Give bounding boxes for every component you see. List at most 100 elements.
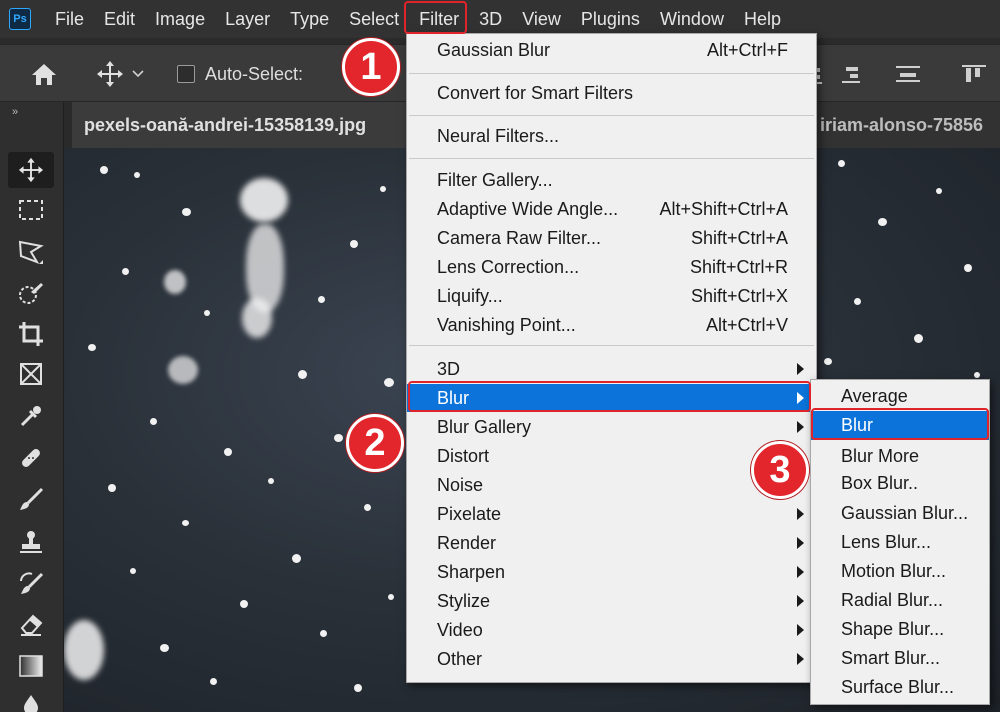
- menu-view[interactable]: View: [512, 4, 571, 34]
- document-tab-other[interactable]: iriam-alonso-75856: [814, 102, 1000, 148]
- lasso-tool[interactable]: [8, 234, 54, 270]
- menu-item-label: Render: [437, 533, 497, 553]
- menu-item-stylize[interactable]: Stylize: [407, 587, 816, 615]
- menu-item-filter-gallery[interactable]: Filter Gallery...: [407, 166, 816, 194]
- document-tab-active[interactable]: pexels-oană-andrei-15358139.jpg: [72, 102, 412, 148]
- menu-3d[interactable]: 3D: [469, 4, 512, 34]
- snowflake: [292, 554, 301, 563]
- healing-brush-tool[interactable]: [8, 440, 54, 476]
- menu-help[interactable]: Help: [734, 4, 791, 34]
- shortcut-label: Alt+Ctrl+V: [705, 315, 788, 335]
- panel-collapse-icon[interactable]: »: [12, 106, 18, 118]
- snowflake: [878, 218, 887, 226]
- menu-separator: [409, 115, 814, 116]
- clone-stamp-tool[interactable]: [8, 524, 54, 560]
- menu-item-label: Other: [437, 649, 483, 669]
- snowflake: [354, 684, 362, 692]
- menu-item-convert-smart-filters[interactable]: Convert for Smart Filters: [407, 79, 816, 107]
- home-button[interactable]: [30, 45, 58, 103]
- gradient-tool[interactable]: [8, 648, 54, 684]
- menu-image[interactable]: Image: [145, 4, 215, 34]
- history-brush-tool[interactable]: [8, 566, 54, 602]
- move-tool[interactable]: [8, 152, 54, 188]
- quick-selection-tool[interactable]: [8, 276, 54, 312]
- menu-item-label: Blur Gallery: [437, 417, 532, 437]
- menu-item-label: Camera Raw Filter...: [437, 228, 602, 248]
- menu-plugins[interactable]: Plugins: [571, 4, 650, 34]
- menu-item-render[interactable]: Render: [407, 529, 816, 557]
- snowflake: [150, 418, 157, 425]
- align-top-icon: [962, 62, 988, 86]
- snowflake: [100, 166, 108, 174]
- menu-item-blur-gallery[interactable]: Blur Gallery: [407, 413, 816, 441]
- menu-item-other[interactable]: Other: [407, 645, 816, 673]
- blur-tool[interactable]: [8, 686, 54, 712]
- align-right-button[interactable]: [842, 45, 862, 103]
- submenu-arrow-icon: [797, 566, 804, 578]
- submenu-arrow-icon: [797, 508, 804, 520]
- menu-item-adaptive-wide-angle[interactable]: Adaptive Wide Angle... Alt+Shift+Ctrl+A: [407, 195, 816, 223]
- menu-item-label: Noise: [437, 475, 484, 495]
- home-icon: [30, 61, 58, 87]
- submenu-item-motion-blur[interactable]: Motion Blur...: [811, 557, 989, 586]
- stamp-icon: [18, 529, 44, 555]
- submenu-item-radial-blur[interactable]: Radial Blur...: [811, 586, 989, 615]
- submenu-item-blur-more[interactable]: Blur More: [811, 442, 989, 471]
- menu-layer[interactable]: Layer: [215, 4, 280, 34]
- menu-item-neural-filters[interactable]: Neural Filters...: [407, 122, 816, 150]
- menu-window[interactable]: Window: [650, 4, 734, 34]
- submenu-item-shape-blur[interactable]: Shape Blur...: [811, 615, 989, 644]
- shortcut-label: Alt+Ctrl+F: [706, 40, 788, 60]
- snowflake: [168, 356, 198, 384]
- bandage-icon: [18, 445, 44, 471]
- submenu-item-gaussian-blur[interactable]: Gaussian Blur...: [811, 499, 989, 528]
- submenu-item-smart-blur[interactable]: Smart Blur...: [811, 644, 989, 673]
- submenu-item-lens-blur[interactable]: Lens Blur...: [811, 528, 989, 557]
- brush-icon: [18, 487, 44, 513]
- align-center-button[interactable]: [894, 45, 922, 103]
- eraser-tool[interactable]: [8, 606, 54, 642]
- crop-tool[interactable]: [8, 316, 54, 352]
- menu-select[interactable]: Select: [339, 4, 409, 34]
- menu-item-label: Stylize: [437, 591, 491, 611]
- move-tool-preset-button[interactable]: [96, 45, 144, 103]
- snowflake: [298, 370, 307, 379]
- brush-tool[interactable]: [8, 482, 54, 518]
- auto-select-checkbox[interactable]: [177, 65, 195, 83]
- menu-item-video[interactable]: Video: [407, 616, 816, 644]
- photoshop-logo-icon[interactable]: Ps: [9, 8, 31, 30]
- menu-type[interactable]: Type: [280, 4, 339, 34]
- submenu-item-box-blur[interactable]: Box Blur..: [811, 469, 989, 498]
- snowflake: [974, 372, 980, 378]
- menu-item-label: Adaptive Wide Angle...: [437, 199, 619, 219]
- frame-tool[interactable]: [8, 356, 54, 392]
- menu-item-sharpen[interactable]: Sharpen: [407, 558, 816, 586]
- menu-item-gaussian-blur[interactable]: Gaussian Blur Alt+Ctrl+F: [407, 36, 816, 64]
- eyedropper-tool[interactable]: [8, 398, 54, 434]
- snowflake: [182, 520, 189, 526]
- menu-item-liquify[interactable]: Liquify... Shift+Ctrl+X: [407, 282, 816, 310]
- snowflake: [380, 186, 386, 192]
- snowflake: [204, 310, 210, 316]
- menu-item-label: Sharpen: [437, 562, 506, 582]
- menu-item-pixelate[interactable]: Pixelate: [407, 500, 816, 528]
- menu-item-3d[interactable]: 3D: [407, 355, 816, 383]
- menu-item-lens-correction[interactable]: Lens Correction... Shift+Ctrl+R: [407, 253, 816, 281]
- menu-item-camera-raw-filter[interactable]: Camera Raw Filter... Shift+Ctrl+A: [407, 224, 816, 252]
- menu-item-vanishing-point[interactable]: Vanishing Point... Alt+Ctrl+V: [407, 311, 816, 339]
- auto-select-option[interactable]: Auto-Select:: [177, 45, 303, 103]
- menu-edit[interactable]: Edit: [94, 4, 145, 34]
- menu-separator: [409, 345, 814, 346]
- snowflake: [320, 630, 327, 637]
- align-right-icon: [842, 62, 862, 86]
- marquee-tool[interactable]: [8, 192, 54, 228]
- submenu-arrow-icon: [797, 595, 804, 607]
- align-top-button[interactable]: [962, 45, 988, 103]
- submenu-item-average[interactable]: Average: [811, 382, 989, 411]
- submenu-arrow-icon: [797, 624, 804, 636]
- menu-file[interactable]: File: [45, 4, 94, 34]
- snowflake: [334, 434, 343, 442]
- snowflake: [130, 568, 136, 574]
- submenu-item-surface-blur[interactable]: Surface Blur...: [811, 673, 989, 702]
- frame-icon: [18, 361, 44, 387]
